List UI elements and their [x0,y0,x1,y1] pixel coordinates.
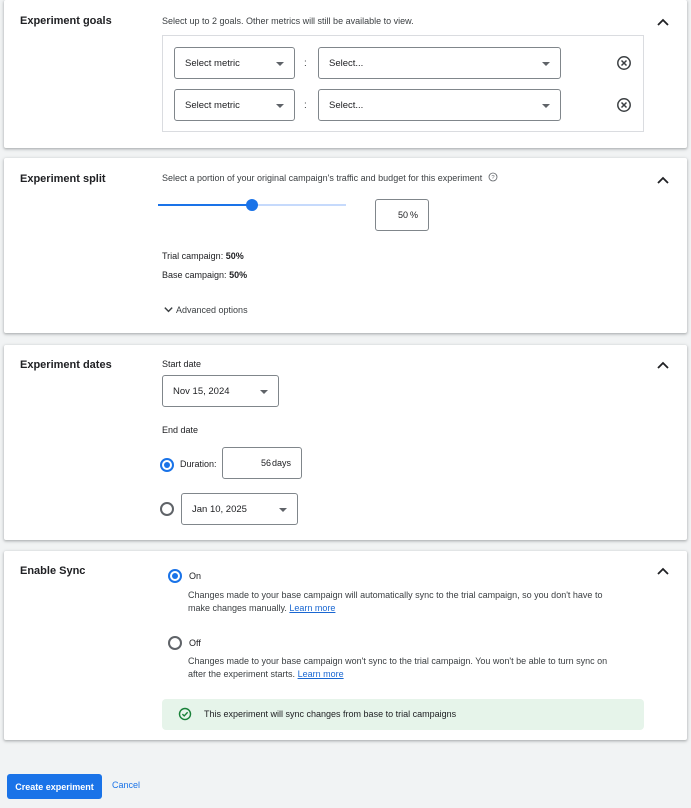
dropdown-arrow-icon [542,104,550,108]
duration-unit: days [271,458,291,468]
duration-value: 56 [260,458,271,468]
split-percent-value: 50 [397,210,408,220]
dropdown-arrow-icon [279,508,287,512]
trial-campaign-value: 50% [225,251,244,261]
trial-campaign-label: Trial campaign: [162,251,224,261]
dropdown-arrow-icon [260,390,268,394]
sync-off-desc-line2-text: after the experiment starts. [188,669,296,679]
base-campaign-value: 50% [229,270,248,280]
end-date-select[interactable]: Jan 10, 2025 [181,493,298,525]
sync-off-description: Changes made to your base campaign won't… [188,655,607,681]
goal-value-select-1-label: Select... [329,57,364,69]
help-icon[interactable]: ? [488,172,498,182]
sync-off-radio[interactable] [168,636,182,650]
trial-campaign-line: Trial campaign: 50% [162,251,244,261]
cancel-button[interactable]: Cancel [112,780,140,790]
dropdown-arrow-icon [276,62,284,66]
metric-select-2-label: Select metric [185,99,240,111]
goals-box: Select metric : Select... Select metric … [162,35,644,132]
chevron-up-icon[interactable] [655,14,671,30]
remove-goal-1-icon[interactable] [616,55,632,71]
sync-on-learn-more-link[interactable]: Learn more [289,603,335,613]
start-date-label: Start date [162,359,202,369]
metric-select-1[interactable]: Select metric [174,47,295,79]
goal-separator: : [304,100,307,111]
advanced-options-toggle[interactable]: Advanced options [163,304,248,315]
dates-title: Experiment dates [20,359,112,371]
sync-on-desc-line2-text: make changes manually. [188,603,287,613]
sync-on-radio[interactable] [168,569,182,583]
end-date-value: Jan 10, 2025 [192,503,247,515]
sync-off-learn-more-link[interactable]: Learn more [298,669,344,679]
sync-off-label: Off [189,638,201,648]
chevron-up-icon[interactable] [655,172,671,188]
experiment-dates-card: Experiment dates [4,345,687,540]
goal-value-select-2-label: Select... [329,99,364,111]
experiment-goals-card: Experiment goals Select up to 2 goals. O… [4,0,687,148]
chevron-down-icon [164,307,173,313]
svg-text:?: ? [491,175,495,181]
sync-title: Enable Sync [20,565,86,577]
chevron-up-icon[interactable] [655,563,671,579]
start-date-value: Nov 15, 2024 [173,385,230,397]
sync-on-desc-line2: make changes manually. Learn more [188,602,602,615]
split-slider-fill [158,204,252,206]
split-description-text: Select a portion of your original campai… [162,173,483,183]
experiment-split-card: Experiment split Select a portion of you… [4,158,687,333]
goals-description: Select up to 2 goals. Other metrics will… [162,16,414,26]
base-campaign-line: Base campaign: 50% [162,270,247,280]
check-circle-icon [178,707,192,721]
split-percent-unit: % [409,210,418,220]
goal-separator: : [304,58,307,69]
split-title: Experiment split [20,173,106,185]
goal-value-select-1[interactable]: Select... [318,47,561,79]
dropdown-arrow-icon [542,62,550,66]
sync-off-desc-line2: after the experiment starts. Learn more [188,668,607,681]
sync-banner-text: This experiment will sync changes from b… [204,709,457,719]
advanced-options-label: Advanced options [176,305,248,315]
split-percent-input[interactable]: 50 % [375,199,429,231]
dropdown-arrow-icon [276,104,284,108]
base-campaign-label: Base campaign: [162,270,227,280]
sync-off-desc-line1: Changes made to your base campaign won't… [188,656,608,666]
end-date-label: End date [162,425,199,435]
sync-on-desc-line1: Changes made to your base campaign will … [188,590,603,600]
end-date-radio[interactable] [160,502,174,516]
start-date-select[interactable]: Nov 15, 2024 [162,375,279,407]
sync-on-label: On [189,571,202,581]
enable-sync-card: Enable Sync On Changes made to your base… [4,551,687,740]
duration-label: Duration: [180,459,217,469]
goal-value-select-2[interactable]: Select... [318,89,561,121]
sync-on-description: Changes made to your base campaign will … [188,589,602,615]
split-slider-thumb[interactable] [246,199,258,211]
goals-title: Experiment goals [20,15,112,27]
metric-select-1-label: Select metric [185,57,240,69]
sync-info-banner: This experiment will sync changes from b… [162,699,644,730]
remove-goal-2-icon[interactable] [616,97,632,113]
split-description: Select a portion of your original campai… [162,172,498,183]
chevron-up-icon[interactable] [655,357,671,373]
create-experiment-button[interactable]: Create experiment [7,774,102,799]
duration-radio[interactable] [160,458,174,472]
metric-select-2[interactable]: Select metric [174,89,295,121]
duration-input[interactable]: 56 days [222,447,302,479]
